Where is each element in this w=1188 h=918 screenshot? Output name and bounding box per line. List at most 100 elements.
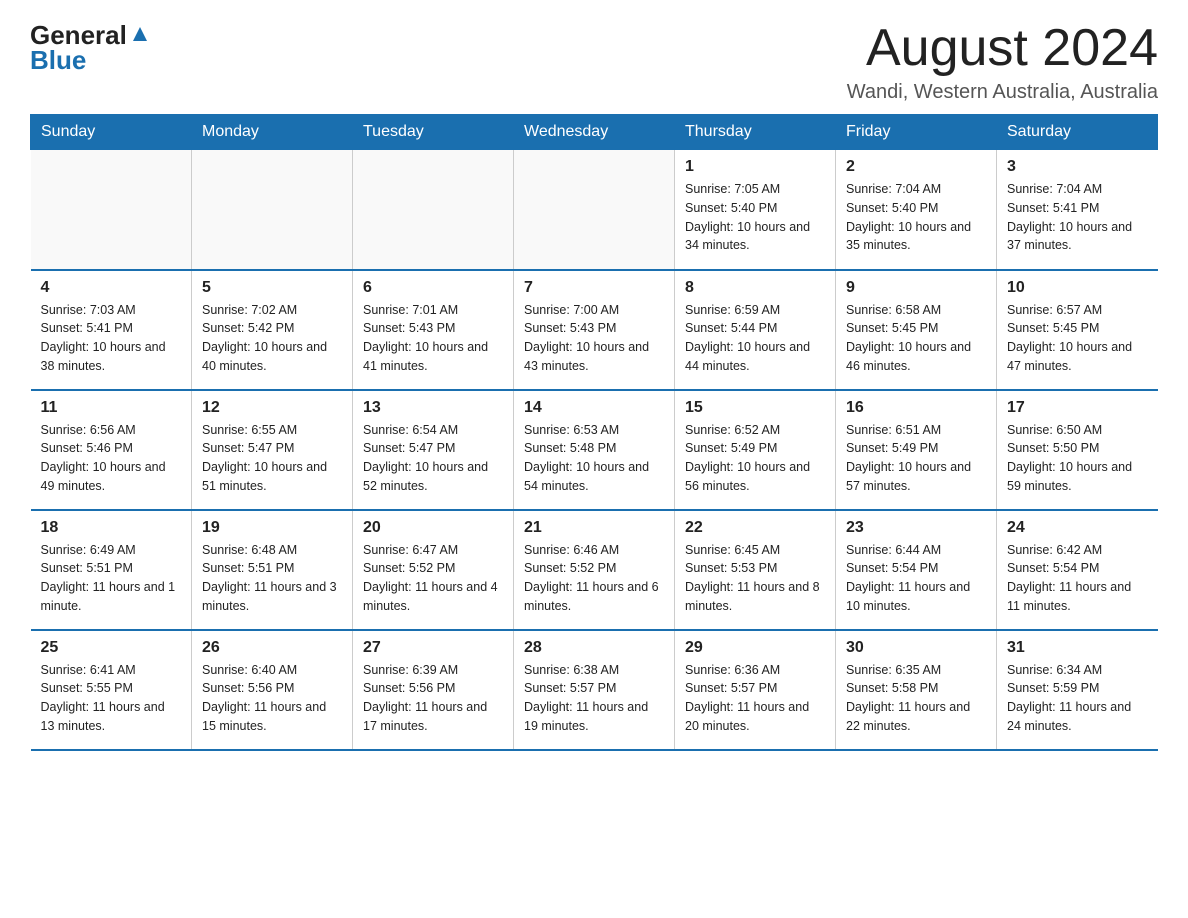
day-info: Sunrise: 6:46 AMSunset: 5:52 PMDaylight:… (524, 541, 664, 616)
calendar-cell: 1 Sunrise: 7:05 AMSunset: 5:40 PMDaylight… (675, 150, 836, 270)
calendar-cell: 22 Sunrise: 6:45 AMSunset: 5:53 PMDayligh… (675, 510, 836, 630)
calendar-week-row: 4Sunrise: 7:03 AMSunset: 5:41 PMDaylight… (31, 270, 1158, 390)
logo-blue: Blue (30, 45, 86, 76)
calendar-header-row: SundayMondayTuesdayWednesdayThursdayFrid… (31, 115, 1158, 150)
calendar-cell: 3 Sunrise: 7:04 AMSunset: 5:41 PMDaylight… (997, 150, 1158, 270)
day-number: 14 (524, 399, 664, 417)
calendar-cell: 16 Sunrise: 6:51 AMSunset: 5:49 PMDayligh… (836, 390, 997, 510)
day-info: Sunrise: 6:44 AMSunset: 5:54 PMDaylight:… (846, 541, 986, 616)
day-info: Sunrise: 6:48 AMSunset: 5:51 PMDaylight:… (202, 541, 342, 616)
page-subtitle: Wandi, Western Australia, Australia (847, 81, 1158, 104)
calendar-cell: 2Sunrise: 7:04 AMSunset: 5:40 PMDaylight… (836, 150, 997, 270)
day-number: 3 (1007, 158, 1148, 176)
calendar-cell: 12 Sunrise: 6:55 AMSunset: 5:47 PMDayligh… (192, 390, 353, 510)
calendar-week-row: 25Sunrise: 6:41 AMSunset: 5:55 PMDayligh… (31, 630, 1158, 750)
calendar-cell: 28Sunrise: 6:38 AMSunset: 5:57 PMDayligh… (514, 630, 675, 750)
calendar-cell: 27 Sunrise: 6:39 AMSunset: 5:56 PMDayligh… (353, 630, 514, 750)
day-info: Sunrise: 6:57 AMSunset: 5:45 PMDaylight:… (1007, 301, 1148, 376)
day-info: Sunrise: 6:38 AMSunset: 5:57 PMDaylight:… (524, 661, 664, 736)
day-number: 9 (846, 279, 986, 297)
day-number: 21 (524, 519, 664, 537)
day-info: Sunrise: 7:05 AMSunset: 5:40 PMDaylight:… (685, 180, 825, 255)
calendar-week-row: 18 Sunrise: 6:49 AMSunset: 5:51 PMDayligh… (31, 510, 1158, 630)
weekday-header-sunday: Sunday (31, 115, 192, 150)
calendar-cell: 31Sunrise: 6:34 AMSunset: 5:59 PMDayligh… (997, 630, 1158, 750)
day-number: 15 (685, 399, 825, 417)
page-title: August 2024 (847, 20, 1158, 77)
calendar-cell: 14Sunrise: 6:53 AMSunset: 5:48 PMDayligh… (514, 390, 675, 510)
day-number: 19 (202, 519, 342, 537)
calendar-cell: 10 Sunrise: 6:57 AMSunset: 5:45 PMDayligh… (997, 270, 1158, 390)
title-block: August 2024 Wandi, Western Australia, Au… (847, 20, 1158, 104)
day-number: 11 (41, 399, 182, 417)
day-number: 13 (363, 399, 503, 417)
day-info: Sunrise: 7:00 AMSunset: 5:43 PMDaylight:… (524, 301, 664, 376)
calendar-cell: 15 Sunrise: 6:52 AMSunset: 5:49 PMDayligh… (675, 390, 836, 510)
day-number: 6 (363, 279, 503, 297)
day-info: Sunrise: 6:54 AMSunset: 5:47 PMDaylight:… (363, 421, 503, 496)
day-number: 1 (685, 158, 825, 176)
day-number: 29 (685, 639, 825, 657)
day-number: 2 (846, 158, 986, 176)
day-number: 7 (524, 279, 664, 297)
day-number: 27 (363, 639, 503, 657)
page-header: General Blue August 2024 Wandi, Western … (30, 20, 1158, 104)
calendar-cell: 17 Sunrise: 6:50 AMSunset: 5:50 PMDayligh… (997, 390, 1158, 510)
day-number: 22 (685, 519, 825, 537)
calendar-cell (31, 150, 192, 270)
calendar-week-row: 11 Sunrise: 6:56 AMSunset: 5:46 PMDayligh… (31, 390, 1158, 510)
day-info: Sunrise: 6:52 AMSunset: 5:49 PMDaylight:… (685, 421, 825, 496)
weekday-header-thursday: Thursday (675, 115, 836, 150)
day-number: 5 (202, 279, 342, 297)
weekday-header-tuesday: Tuesday (353, 115, 514, 150)
day-info: Sunrise: 6:58 AMSunset: 5:45 PMDaylight:… (846, 301, 986, 376)
calendar-cell: 25Sunrise: 6:41 AMSunset: 5:55 PMDayligh… (31, 630, 192, 750)
day-number: 18 (41, 519, 182, 537)
calendar-cell: 23Sunrise: 6:44 AMSunset: 5:54 PMDayligh… (836, 510, 997, 630)
day-info: Sunrise: 6:56 AMSunset: 5:46 PMDaylight:… (41, 421, 182, 496)
day-number: 17 (1007, 399, 1148, 417)
day-info: Sunrise: 6:49 AMSunset: 5:51 PMDaylight:… (41, 541, 182, 616)
day-number: 8 (685, 279, 825, 297)
day-info: Sunrise: 6:34 AMSunset: 5:59 PMDaylight:… (1007, 661, 1148, 736)
day-info: Sunrise: 6:59 AMSunset: 5:44 PMDaylight:… (685, 301, 825, 376)
day-info: Sunrise: 6:41 AMSunset: 5:55 PMDaylight:… (41, 661, 182, 736)
logo: General Blue (30, 20, 151, 76)
calendar-cell: 8 Sunrise: 6:59 AMSunset: 5:44 PMDaylight… (675, 270, 836, 390)
calendar-cell: 30 Sunrise: 6:35 AMSunset: 5:58 PMDayligh… (836, 630, 997, 750)
day-info: Sunrise: 6:39 AMSunset: 5:56 PMDaylight:… (363, 661, 503, 736)
day-info: Sunrise: 6:35 AMSunset: 5:58 PMDaylight:… (846, 661, 986, 736)
calendar-cell (353, 150, 514, 270)
calendar-cell: 9 Sunrise: 6:58 AMSunset: 5:45 PMDaylight… (836, 270, 997, 390)
calendar-cell: 21 Sunrise: 6:46 AMSunset: 5:52 PMDayligh… (514, 510, 675, 630)
calendar-cell: 20 Sunrise: 6:47 AMSunset: 5:52 PMDayligh… (353, 510, 514, 630)
day-info: Sunrise: 6:42 AMSunset: 5:54 PMDaylight:… (1007, 541, 1148, 616)
day-number: 24 (1007, 519, 1148, 537)
day-number: 20 (363, 519, 503, 537)
day-info: Sunrise: 6:45 AMSunset: 5:53 PMDaylight:… (685, 541, 825, 616)
calendar-cell (514, 150, 675, 270)
calendar-week-row: 1 Sunrise: 7:05 AMSunset: 5:40 PMDaylight… (31, 150, 1158, 270)
day-number: 30 (846, 639, 986, 657)
calendar-cell: 29 Sunrise: 6:36 AMSunset: 5:57 PMDayligh… (675, 630, 836, 750)
day-info: Sunrise: 6:51 AMSunset: 5:49 PMDaylight:… (846, 421, 986, 496)
day-info: Sunrise: 7:04 AMSunset: 5:41 PMDaylight:… (1007, 180, 1148, 255)
calendar-cell: 26Sunrise: 6:40 AMSunset: 5:56 PMDayligh… (192, 630, 353, 750)
calendar-cell: 11 Sunrise: 6:56 AMSunset: 5:46 PMDayligh… (31, 390, 192, 510)
day-info: Sunrise: 6:50 AMSunset: 5:50 PMDaylight:… (1007, 421, 1148, 496)
day-info: Sunrise: 7:02 AMSunset: 5:42 PMDaylight:… (202, 301, 342, 376)
calendar-cell: 5 Sunrise: 7:02 AMSunset: 5:42 PMDaylight… (192, 270, 353, 390)
calendar-cell (192, 150, 353, 270)
calendar-table: SundayMondayTuesdayWednesdayThursdayFrid… (30, 114, 1158, 751)
weekday-header-friday: Friday (836, 115, 997, 150)
day-info: Sunrise: 6:47 AMSunset: 5:52 PMDaylight:… (363, 541, 503, 616)
calendar-cell: 7 Sunrise: 7:00 AMSunset: 5:43 PMDaylight… (514, 270, 675, 390)
day-number: 10 (1007, 279, 1148, 297)
calendar-cell: 4Sunrise: 7:03 AMSunset: 5:41 PMDaylight… (31, 270, 192, 390)
day-info: Sunrise: 6:55 AMSunset: 5:47 PMDaylight:… (202, 421, 342, 496)
calendar-cell: 13 Sunrise: 6:54 AMSunset: 5:47 PMDayligh… (353, 390, 514, 510)
day-number: 12 (202, 399, 342, 417)
day-info: Sunrise: 6:40 AMSunset: 5:56 PMDaylight:… (202, 661, 342, 736)
day-info: Sunrise: 6:36 AMSunset: 5:57 PMDaylight:… (685, 661, 825, 736)
day-number: 16 (846, 399, 986, 417)
